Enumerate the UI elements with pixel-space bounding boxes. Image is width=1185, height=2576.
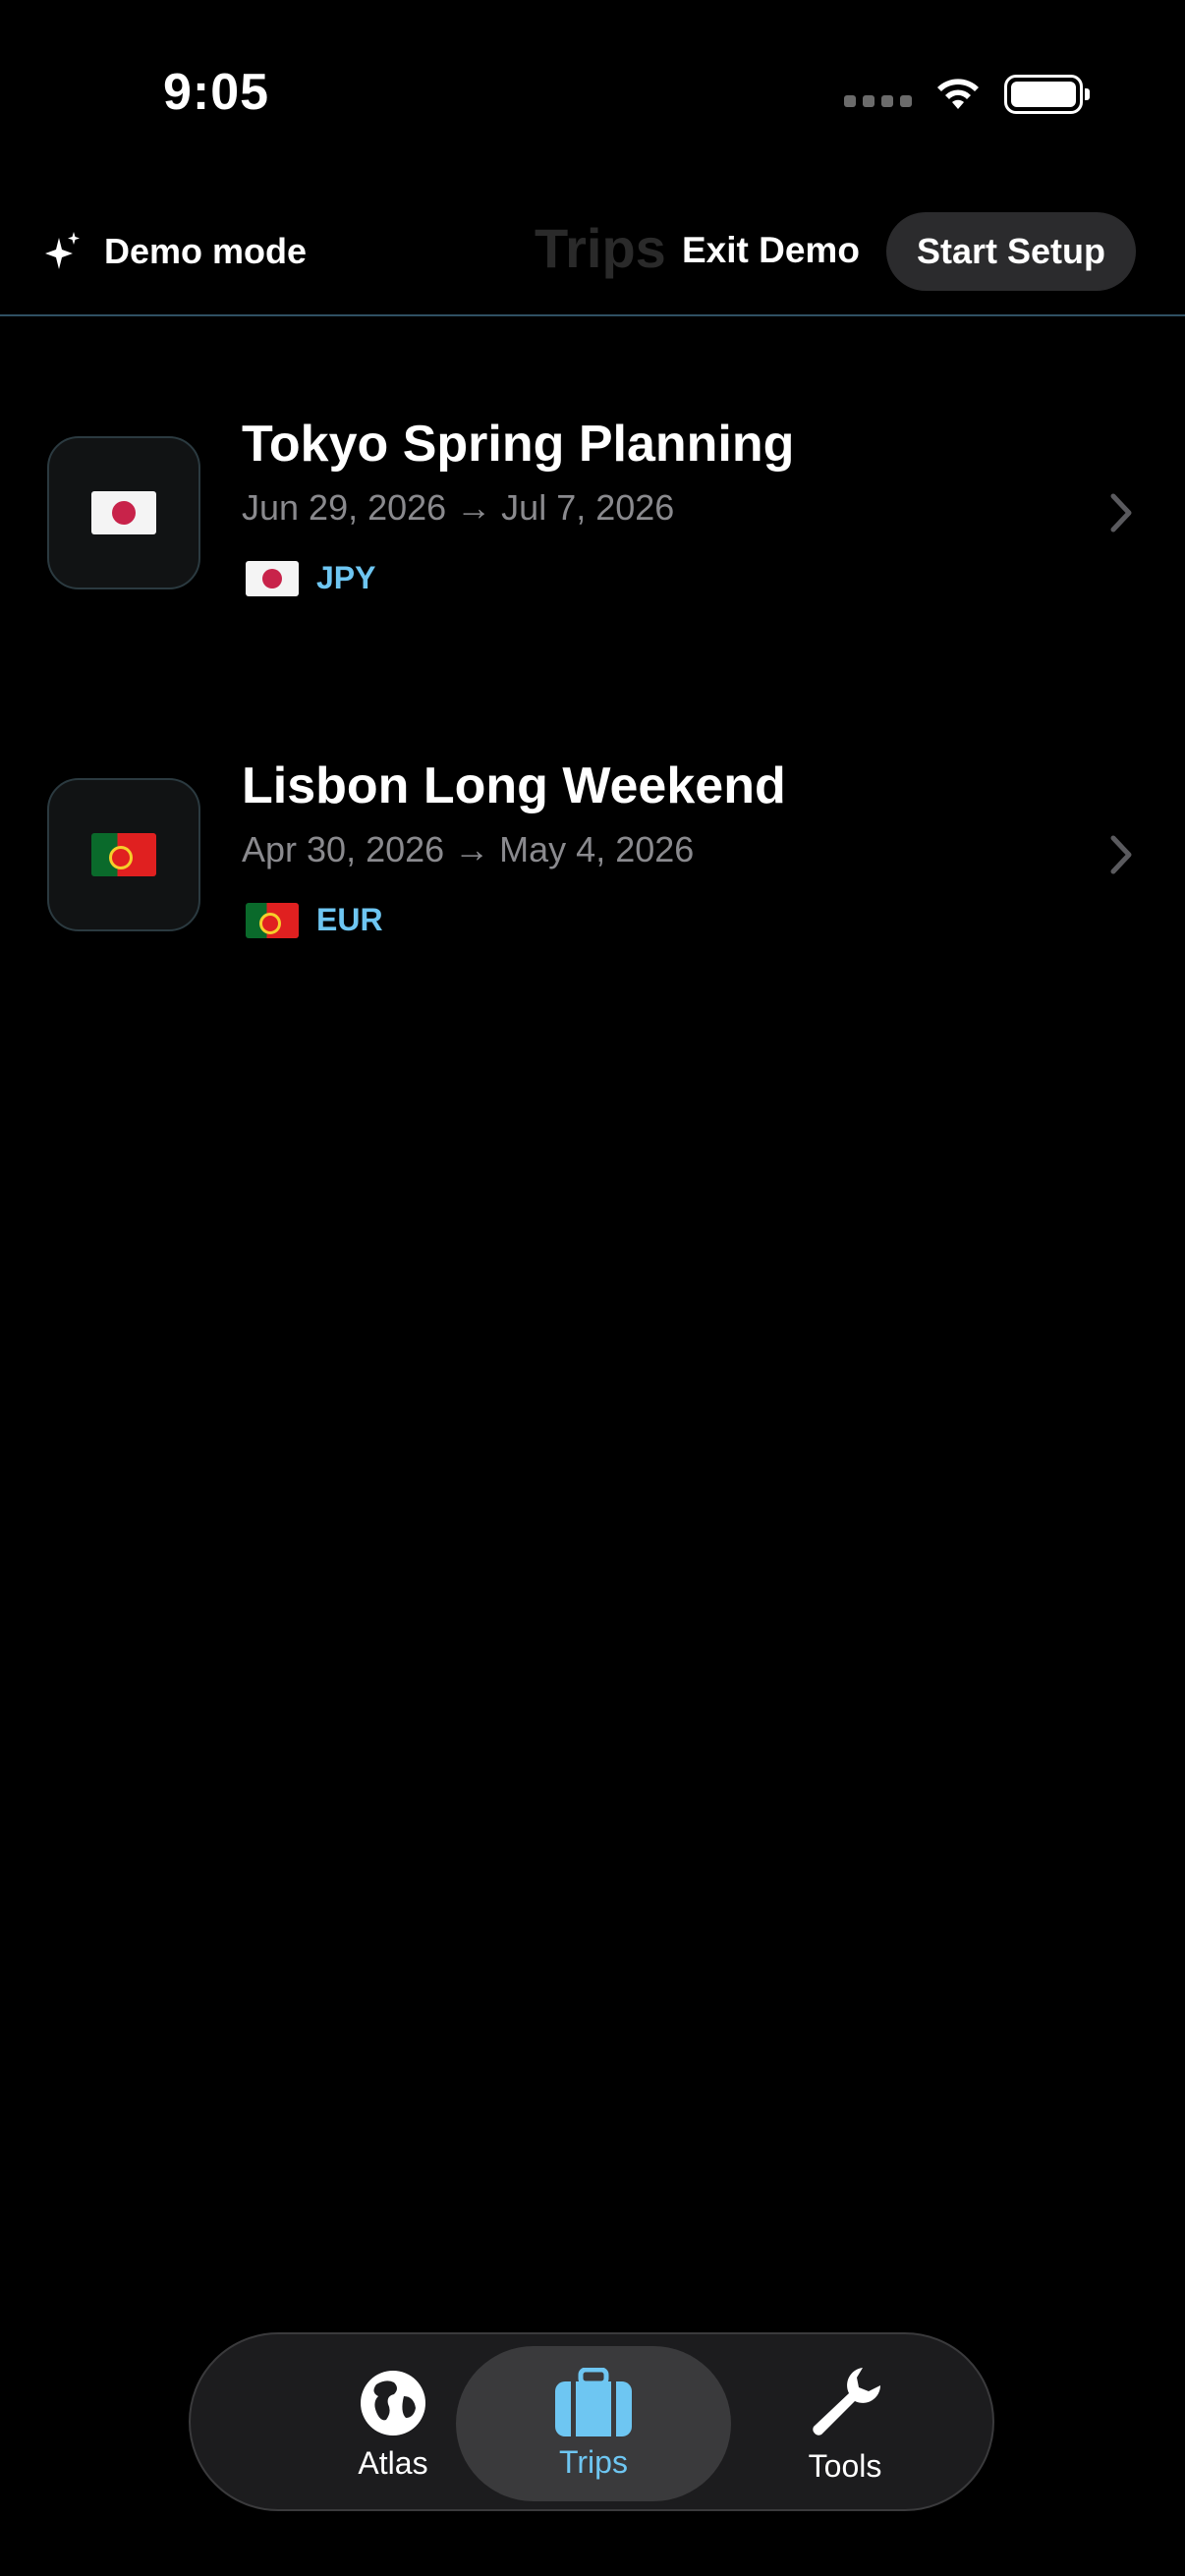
status-icons xyxy=(844,75,1090,114)
trip-row-tokyo[interactable]: Tokyo Spring Planning Jun 29, 2026 → Jul… xyxy=(0,416,1185,672)
start-setup-button[interactable]: Start Setup xyxy=(886,212,1137,291)
trip-icon-box xyxy=(47,778,200,931)
trips-screen: 9:05 Demo mode Trips Exit Demo Start Set… xyxy=(0,0,1185,2576)
wrench-icon xyxy=(813,2367,880,2436)
sparkles-icon xyxy=(45,232,80,269)
portugal-flag-icon xyxy=(246,902,299,938)
japan-flag-icon xyxy=(246,560,299,596)
status-time: 9:05 xyxy=(163,64,270,121)
suitcase-icon xyxy=(555,2367,632,2436)
portugal-flag-icon xyxy=(91,833,156,876)
tab-tools[interactable]: Tools xyxy=(707,2334,983,2513)
trip-currency: EUR xyxy=(246,902,383,938)
battery-icon xyxy=(1004,75,1090,114)
japan-flag-icon xyxy=(91,491,156,534)
top-navigation-bar: Demo mode Trips Exit Demo Start Setup xyxy=(0,187,1185,316)
demo-mode-label: Demo mode xyxy=(104,231,308,271)
exit-demo-button[interactable]: Exit Demo xyxy=(682,230,860,271)
trip-row-lisbon[interactable]: Lisbon Long Weekend Apr 30, 2026 → May 4… xyxy=(0,757,1185,1014)
page-title: Trips xyxy=(535,217,666,279)
demo-mode-indicator: Demo mode xyxy=(43,230,307,273)
tab-label: Tools xyxy=(808,2447,882,2484)
tab-label: Trips xyxy=(559,2443,628,2480)
trip-currency: JPY xyxy=(246,560,375,596)
chevron-right-icon xyxy=(1110,493,1132,532)
trip-title: Lisbon Long Weekend xyxy=(242,757,786,814)
tab-label: Atlas xyxy=(358,2444,428,2481)
cellular-signal-icon xyxy=(844,95,912,107)
currency-code: JPY xyxy=(316,560,376,595)
tab-bar: Atlas Trips Tools xyxy=(189,2332,994,2511)
trip-dates: Jun 29, 2026 → Jul 7, 2026 xyxy=(242,487,675,528)
wifi-icon xyxy=(937,79,979,109)
trip-dates: Apr 30, 2026 → May 4, 2026 xyxy=(242,829,695,869)
chevron-right-icon xyxy=(1110,835,1132,874)
currency-code: EUR xyxy=(316,902,383,937)
trip-title: Tokyo Spring Planning xyxy=(242,416,795,473)
globe-icon xyxy=(361,2370,425,2436)
tab-trips[interactable]: Trips xyxy=(456,2346,731,2501)
trip-icon-box xyxy=(47,436,200,589)
